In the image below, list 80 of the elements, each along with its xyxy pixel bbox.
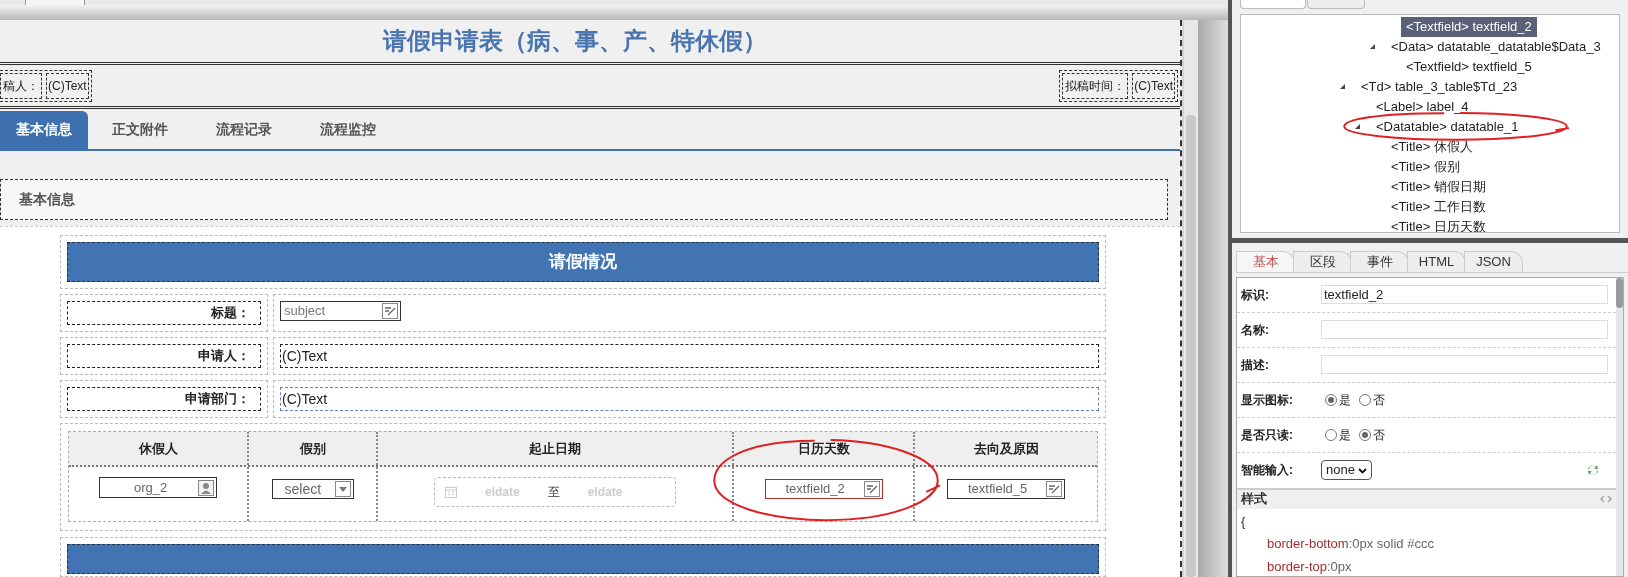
expand-arrow-icon[interactable]	[1354, 123, 1361, 131]
person-icon	[198, 479, 214, 496]
field-label: 申请人：	[67, 344, 261, 368]
section-header-bar: 请假情况	[67, 242, 1099, 282]
tree-item[interactable]: <Textfield> textfield_2	[1401, 16, 1537, 37]
field-label: 标识:	[1241, 286, 1270, 304]
field-label: 名称:	[1241, 321, 1270, 339]
input-field[interactable]	[1321, 355, 1608, 374]
tree-item[interactable]: <Label> label_4	[1371, 96, 1474, 117]
tab[interactable]	[25, 0, 85, 5]
tree-item[interactable]: <Textfield> textfield_5	[1401, 56, 1537, 77]
calendar-icon	[445, 486, 457, 498]
text-field[interactable]: (C)Text	[280, 387, 1099, 411]
expand-arrow-icon[interactable]	[1369, 43, 1376, 51]
tab[interactable]: 流程监控	[296, 111, 400, 149]
radio-option[interactable]: 是	[1325, 425, 1351, 444]
column-header: 去向及原因	[972, 439, 1040, 458]
edit-icon	[1046, 481, 1062, 497]
tab[interactable]: 事件	[1350, 251, 1409, 272]
radio-option[interactable]: 是	[1325, 390, 1351, 409]
column-header: 日历天数	[734, 432, 915, 465]
form-title: 请假申请表（病、事、产、特休假）	[383, 26, 767, 57]
section-title: 样式	[1241, 490, 1267, 509]
tree-item[interactable]: <Td> table_3_table$Td_23	[1356, 76, 1523, 97]
edit-icon	[382, 303, 398, 319]
radio-option[interactable]: 否	[1359, 425, 1385, 444]
field-label: 标题：	[67, 301, 261, 325]
tree-item[interactable]: <Data> datatable_datatable$Data_3	[1386, 36, 1606, 57]
tab[interactable]: 基本信息	[0, 111, 88, 149]
css-property: border-top	[1267, 557, 1327, 576]
column-header: 起止日期	[378, 432, 734, 465]
css-property: border-bottom	[1267, 535, 1349, 553]
input-field[interactable]	[1321, 320, 1608, 339]
select-dropdown[interactable]: select	[271, 479, 354, 499]
expand-arrow-icon[interactable]	[1339, 83, 1346, 91]
scrollbar[interactable]	[1616, 277, 1623, 576]
column-header: 假别	[249, 432, 378, 465]
edit-icon	[863, 481, 880, 497]
field-label: 拟稿时间：	[1062, 72, 1129, 99]
text-field[interactable]: textfield_5	[947, 479, 1065, 499]
field-label: 智能输入:	[1241, 462, 1294, 479]
css-value: :0px solid #ccc	[1348, 535, 1434, 553]
field-value: (C)Text	[1132, 72, 1175, 99]
field-label: 描述:	[1241, 356, 1270, 374]
radio-option[interactable]: 否	[1359, 390, 1385, 409]
tree-item[interactable]: <Title> 休假人	[1386, 136, 1478, 157]
tab[interactable]: 基本	[1236, 251, 1295, 272]
tree-item[interactable]: <Title> 假别	[1386, 156, 1465, 177]
refresh-icon[interactable]	[1586, 463, 1600, 477]
text-field[interactable]: subject	[280, 301, 401, 321]
code-line: {	[1241, 512, 1246, 531]
tree-item[interactable]: <Title> 日历天数	[1386, 216, 1491, 233]
input-field[interactable]: textfield_2	[1321, 285, 1608, 304]
splitter-bar[interactable]	[1198, 20, 1228, 577]
caret-icon	[334, 481, 351, 497]
caret-icon	[1357, 466, 1367, 474]
text-field[interactable]: textfield_2	[764, 479, 883, 499]
field-value: (C)Text	[46, 72, 89, 99]
section-title: 基本信息	[19, 189, 75, 209]
person-picker-field[interactable]: org_2	[99, 477, 217, 498]
field-label: 稿人：	[0, 72, 42, 99]
tab[interactable]: 流程记录	[192, 111, 296, 149]
select-dropdown[interactable]: none	[1321, 460, 1372, 480]
tab[interactable]: JSON	[1464, 251, 1523, 272]
tree-item[interactable]: <Datatable> datatable_1	[1371, 116, 1524, 137]
css-value: :0px	[1327, 557, 1352, 576]
column-header: 休假人	[69, 432, 249, 465]
tab[interactable]	[1240, 0, 1306, 9]
field-label: 是否只读:	[1241, 426, 1294, 444]
tree-item[interactable]: <Title> 销假日期	[1386, 176, 1491, 197]
tab[interactable]: 区段	[1293, 251, 1352, 272]
scrollbar[interactable]	[1184, 20, 1198, 577]
tab[interactable]: 正文附件	[88, 111, 192, 149]
tab[interactable]: HTML	[1407, 251, 1466, 272]
field-label: 申请部门：	[67, 387, 261, 411]
tab[interactable]	[1307, 0, 1365, 9]
field-label: 显示图标:	[1241, 391, 1294, 409]
text-field[interactable]: (C)Text	[280, 344, 1099, 368]
code-toggle-icon[interactable]	[1600, 495, 1612, 503]
tree-item[interactable]: <Title> 工作日数	[1386, 196, 1491, 217]
